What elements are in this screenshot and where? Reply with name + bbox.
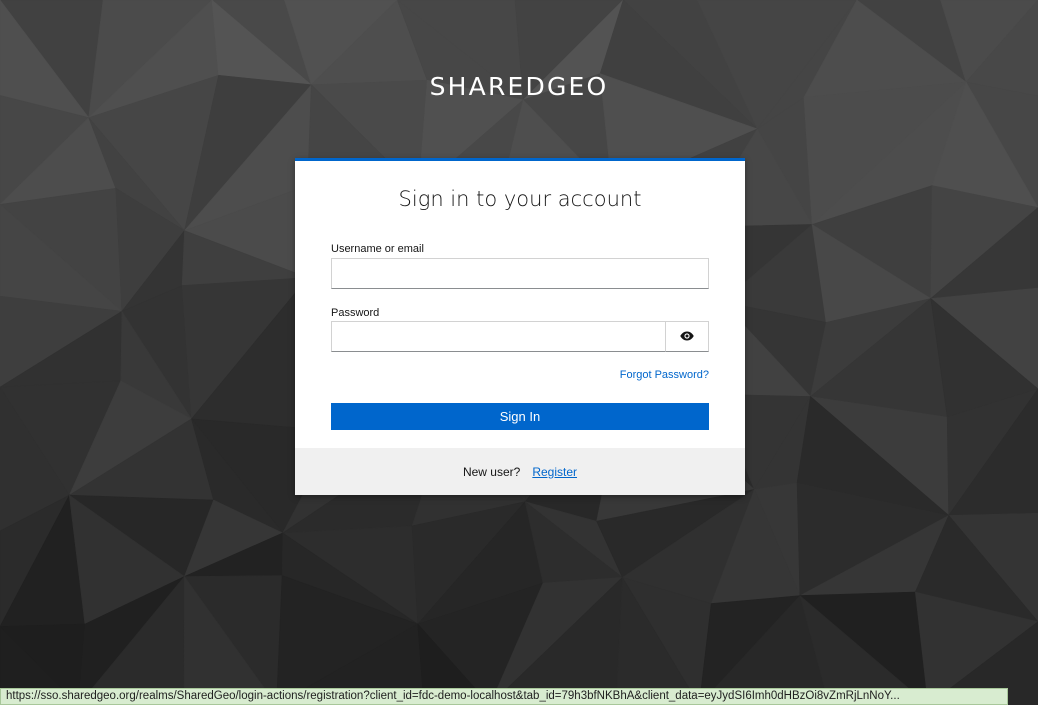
forgot-password-link[interactable]: Forgot Password? <box>620 369 709 381</box>
brand-logo-text: SHAREDGEO <box>429 72 609 101</box>
show-password-button[interactable] <box>665 321 709 352</box>
password-input[interactable] <box>331 321 666 352</box>
sign-in-button[interactable]: Sign In <box>331 403 709 430</box>
eye-icon <box>680 329 694 344</box>
username-input[interactable] <box>331 258 709 289</box>
login-card: Sign in to your account Username or emai… <box>295 158 745 495</box>
page-title: Sign in to your account <box>398 187 642 211</box>
new-user-prompt: New user? <box>462 464 521 479</box>
status-bar-url: https://sso.sharedgeo.org/realms/SharedG… <box>0 688 1008 705</box>
register-footer: New user? Register <box>295 448 745 495</box>
register-link[interactable]: Register <box>532 465 577 479</box>
password-label: Password <box>331 307 380 319</box>
username-label: Username or email <box>331 243 424 255</box>
